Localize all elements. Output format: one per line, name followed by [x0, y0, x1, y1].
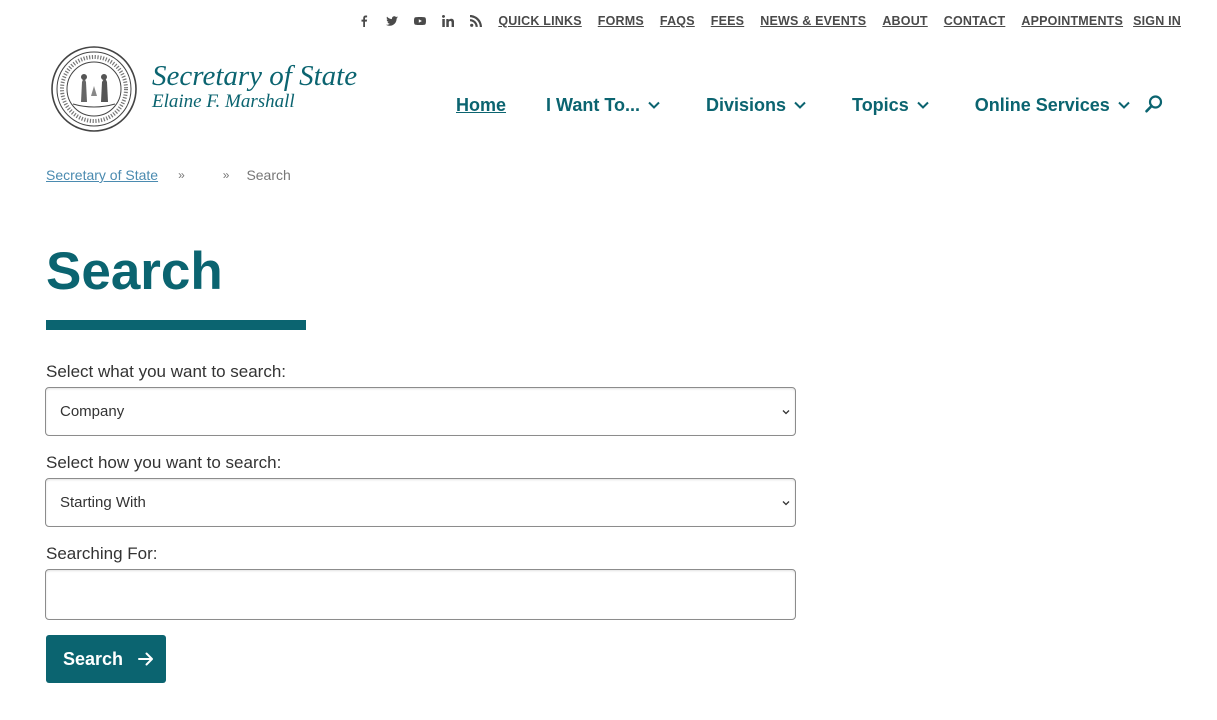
state-seal-icon[interactable]	[51, 46, 137, 132]
site-subtitle: Elaine F. Marshall	[152, 91, 295, 112]
sign-in-link[interactable]: SIGN IN	[1133, 14, 1181, 28]
search-type-label: Select what you want to search:	[46, 362, 287, 381]
fees-link[interactable]: FEES	[711, 14, 744, 28]
search-method-value: Starting With	[60, 494, 146, 511]
facebook-icon[interactable]	[350, 11, 378, 31]
chevron-down-icon	[916, 101, 929, 109]
breadcrumb: Secretary of State » » Search	[46, 166, 291, 184]
searching-for-label: Searching For:	[46, 544, 158, 563]
searching-for-input[interactable]	[45, 569, 796, 620]
chevron-down-icon	[1118, 101, 1130, 109]
quick-links-link[interactable]: QUICK LINKS	[498, 14, 581, 28]
search-icon[interactable]	[1144, 94, 1164, 114]
search-method-select[interactable]: Starting With	[45, 478, 796, 527]
chevron-down-icon	[794, 101, 806, 109]
nav-divisions-label: Divisions	[706, 94, 787, 115]
nav-i-want-to-label: I Want To...	[546, 94, 640, 115]
breadcrumb-separator: »	[178, 168, 185, 182]
nav-topics-label: Topics	[852, 94, 909, 115]
chevron-down-icon	[782, 410, 790, 415]
breadcrumb-current: Search	[246, 167, 291, 183]
social-links	[350, 11, 490, 31]
news-events-link[interactable]: NEWS & EVENTS	[760, 14, 866, 28]
youtube-icon[interactable]	[406, 11, 434, 31]
search-button[interactable]: Search	[46, 635, 166, 683]
appointments-link[interactable]: APPOINTMENTS	[1021, 14, 1123, 28]
search-type-select[interactable]: Company	[45, 387, 796, 436]
page-title: Search	[46, 242, 223, 301]
nav-online-services[interactable]: Online Services	[975, 95, 1130, 116]
rss-icon[interactable]	[462, 11, 490, 31]
faqs-link[interactable]: FAQS	[660, 14, 695, 28]
nav-home-label: Home	[456, 94, 507, 115]
chevron-down-icon	[782, 501, 790, 506]
breadcrumb-separator: »	[222, 168, 230, 182]
search-method-label: Select how you want to search:	[46, 453, 282, 472]
contact-link[interactable]: CONTACT	[944, 14, 1006, 28]
about-link[interactable]: ABOUT	[882, 14, 927, 28]
search-button-label: Search	[63, 648, 124, 669]
arrow-right-icon	[138, 652, 154, 666]
utility-bar: QUICK LINKS FORMS FAQS FEES NEWS & EVENT…	[350, 11, 1181, 31]
main-nav: Home I Want To... Divisions Topics Onlin…	[456, 92, 1130, 118]
nav-divisions[interactable]: Divisions	[706, 95, 806, 116]
search-type-value: Company	[60, 403, 125, 420]
utility-links: QUICK LINKS FORMS FAQS FEES NEWS & EVENT…	[498, 14, 1181, 28]
chevron-down-icon	[648, 101, 660, 109]
breadcrumb-home-link[interactable]: Secretary of State	[46, 167, 158, 183]
forms-link[interactable]: FORMS	[598, 14, 644, 28]
nav-topics[interactable]: Topics	[852, 95, 929, 116]
nav-online-services-label: Online Services	[974, 94, 1110, 115]
nav-home[interactable]: Home	[456, 95, 506, 116]
linkedin-icon[interactable]	[434, 11, 462, 31]
twitter-icon[interactable]	[378, 11, 406, 31]
title-underline	[46, 320, 306, 330]
site-title[interactable]: Secretary of State	[152, 59, 357, 93]
nav-i-want-to[interactable]: I Want To...	[546, 95, 660, 116]
